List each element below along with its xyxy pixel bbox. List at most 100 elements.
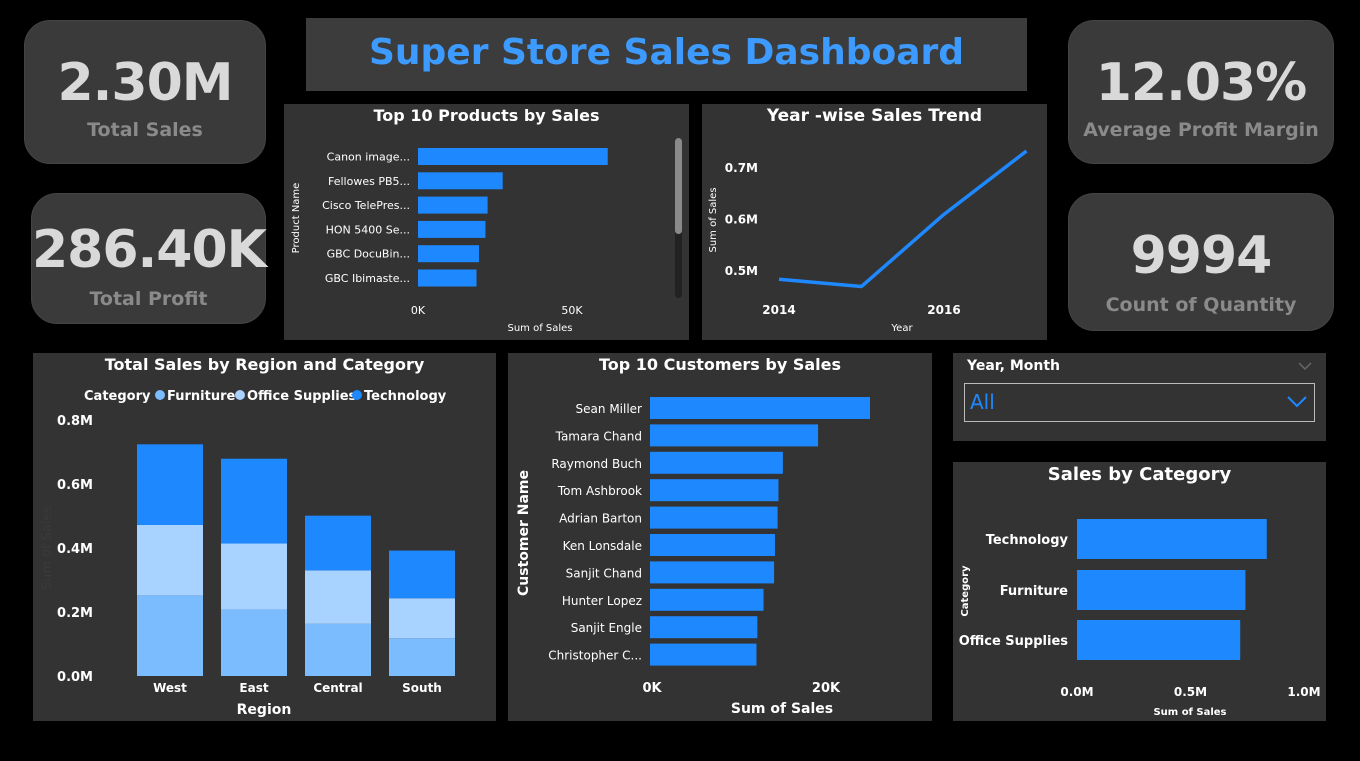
customer-bar — [650, 643, 757, 666]
x-tick-label: 50K — [561, 304, 583, 317]
x-tick-label: South — [402, 681, 442, 695]
product-label: HON 5400 Se... — [326, 223, 410, 236]
stacked-bar-segment — [137, 524, 203, 596]
product-bar — [418, 172, 503, 190]
stacked-bar-segment — [137, 595, 203, 676]
product-label: Cisco TelePres... — [322, 199, 410, 212]
stacked-bar-segment — [305, 570, 371, 624]
dropdown-chevron-icon[interactable] — [1286, 395, 1308, 409]
product-bar — [418, 269, 477, 287]
x-tick-label: East — [239, 681, 268, 695]
product-label: GBC Ibimaste... — [325, 272, 410, 285]
y-tick-label: 0.4M — [57, 542, 93, 557]
customer-label: Tom Ashbrook — [557, 484, 642, 498]
x-axis-label: Sum of Sales — [1153, 707, 1226, 718]
category-bar — [1077, 620, 1241, 660]
legend-marker — [235, 390, 245, 400]
year-month-slicer[interactable]: Year, Month All — [953, 353, 1326, 441]
kpi-average-profit-margin: 12.03% Average Profit Margin — [1068, 20, 1334, 164]
legend-label: Office Supplies — [247, 389, 357, 404]
x-axis-label: Region — [237, 702, 292, 718]
customer-bar — [650, 397, 870, 419]
customer-label: Sean Miller — [576, 402, 643, 416]
customer-label: Raymond Buch — [551, 457, 642, 471]
top-customers-chart: Sean Miller Tamara Chand Raymond Buch Tom A… — [516, 397, 870, 717]
kpi-value: 2.30M — [57, 53, 233, 113]
chevron-down-icon[interactable] — [1298, 362, 1312, 370]
customer-label: Hunter Lopez — [562, 594, 642, 608]
customer-label: Christopher C... — [548, 649, 642, 663]
slicer-label: Year, Month — [967, 358, 1061, 374]
slicer-dropdown[interactable]: All — [964, 383, 1315, 422]
dashboard-title-banner: Super Store Sales Dashboard — [306, 18, 1027, 91]
x-tick-label: West — [153, 681, 187, 695]
region-category-chart: West East Central South 0.0M 0.2M 0.4M 0.6M 0.8M… — [40, 389, 455, 718]
kpi-count-of-quantity: 9994 Count of Quantity — [1068, 193, 1334, 331]
category-bar — [1077, 519, 1267, 559]
slicer-selected-value: All — [970, 390, 995, 414]
stacked-bar-segment — [305, 515, 371, 571]
stacked-bar-segment — [389, 550, 455, 599]
y-tick-label: 0.0M — [57, 670, 93, 685]
product-bar — [418, 148, 608, 165]
sales-by-category-chart-panel[interactable]: Sales by Category Technology Furniture Off… — [953, 462, 1326, 721]
category-label: Technology — [986, 533, 1069, 548]
kpi-label: Count of Quantity — [1105, 294, 1297, 316]
stacked-bar-segment — [137, 444, 203, 525]
customer-bar — [650, 506, 778, 529]
legend-label: Technology — [364, 389, 447, 404]
y-axis-label: Category — [960, 565, 971, 617]
x-tick-label: 2016 — [927, 303, 960, 317]
legend-marker — [155, 390, 165, 400]
kpi-label: Total Profit — [89, 288, 208, 310]
x-tick-label: 20K — [812, 681, 841, 696]
product-bar — [418, 196, 488, 214]
customer-label: Ken Lonsdale — [563, 539, 642, 553]
sales-trend-line — [778, 149, 1028, 289]
x-tick-label: 1.0M — [1287, 685, 1320, 699]
legend-title: Category — [84, 389, 151, 404]
x-tick-label: 0K — [411, 304, 426, 317]
customer-bar — [650, 561, 775, 584]
kpi-label: Total Sales — [87, 119, 203, 141]
category-label: Furniture — [1000, 584, 1068, 599]
stacked-bar-segment — [389, 638, 455, 676]
stacked-bar-segment — [221, 609, 287, 676]
year-trend-chart-panel[interactable]: Year -wise Sales Trend 0.5M 0.6M 0.7M 2014 2… — [702, 104, 1047, 340]
sales-by-category-chart: Technology Furniture Office Supplies 0.0M 0.… — [959, 519, 1321, 718]
x-axis-label: Sum of Sales — [731, 701, 833, 717]
customer-label: Tamara Chand — [555, 429, 642, 443]
kpi-total-profit: 286.40K Total Profit — [31, 193, 267, 324]
x-axis-label: Sum of Sales — [507, 323, 572, 334]
top-products-chart: Canon image... Fellowes PB5... Cisco TeleP… — [291, 148, 608, 334]
stacked-bar-segment — [221, 543, 287, 610]
x-tick-label: 0.0M — [1060, 685, 1093, 699]
customer-label: Sanjit Engle — [571, 621, 642, 635]
kpi-label: Average Profit Margin — [1083, 119, 1319, 141]
legend-label: Furniture — [167, 389, 235, 404]
stacked-bar-segment — [389, 598, 455, 639]
product-bar — [418, 245, 479, 263]
customer-label: Adrian Barton — [559, 512, 642, 526]
x-tick-label: Central — [313, 681, 362, 695]
category-bar — [1077, 570, 1246, 610]
customer-bar — [650, 616, 758, 639]
customer-bar — [650, 534, 775, 556]
y-tick-label: 0.6M — [57, 478, 93, 493]
y-tick-label: 0.5M — [725, 264, 758, 278]
top-customers-chart-panel[interactable]: Top 10 Customers by Sales Sean Miller Tam… — [508, 353, 932, 721]
kpi-value: 286.40K — [32, 220, 267, 280]
stacked-bar-segment — [305, 623, 371, 676]
top-products-chart-panel[interactable]: Top 10 Products by Sales Canon image... F… — [284, 104, 689, 340]
customer-label: Sanjit Chand — [566, 566, 642, 580]
y-tick-label: 0.6M — [725, 213, 758, 227]
y-tick-label: 0.2M — [57, 606, 93, 621]
x-axis-label: Year — [890, 323, 913, 334]
region-category-chart-panel[interactable]: Total Sales by Region and Category West E… — [33, 353, 496, 721]
product-bar — [418, 220, 486, 238]
kpi-value: 12.03% — [1095, 53, 1308, 113]
kpi-value: 9994 — [1130, 226, 1273, 286]
x-tick-label: 2014 — [762, 303, 795, 317]
chart-scrollbar[interactable] — [675, 138, 682, 298]
x-tick-label: 0.5M — [1174, 685, 1207, 699]
